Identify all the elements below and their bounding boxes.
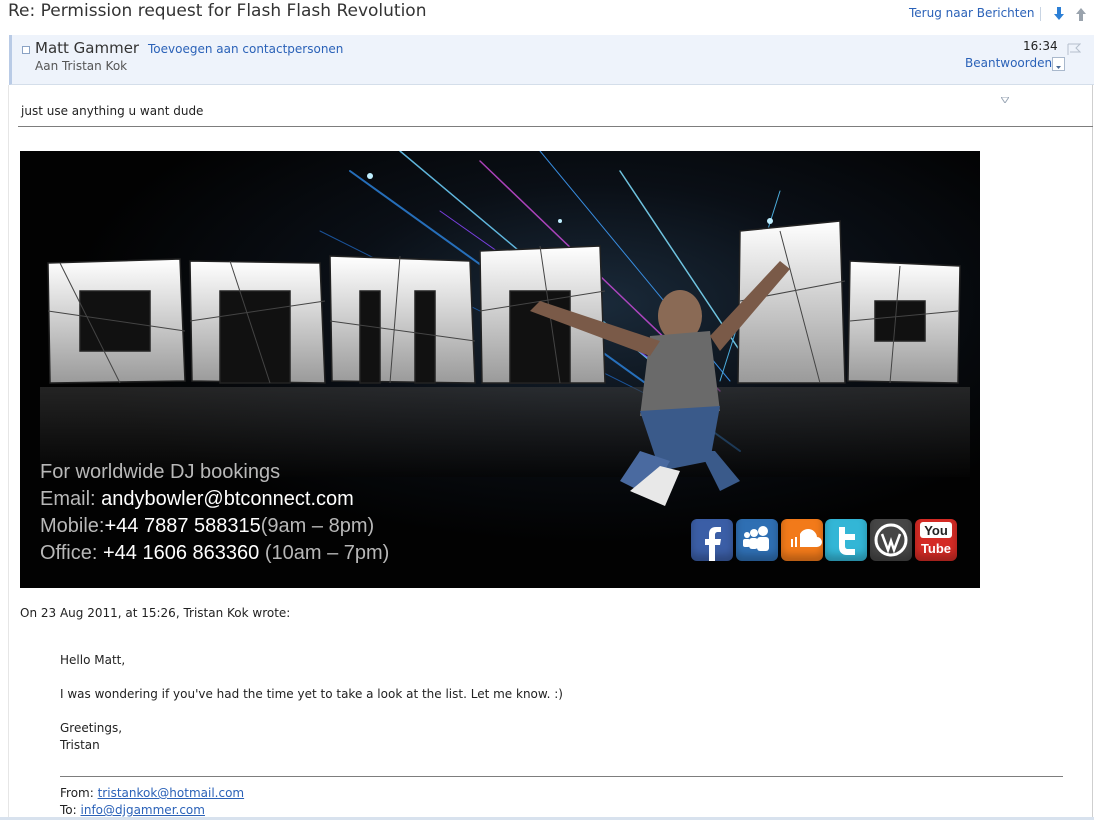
bookings-line: For worldwide DJ bookings [40,461,281,483]
soundcloud-icon[interactable] [781,519,823,561]
youtube-label-bottom: Tube [921,541,951,556]
mobile-number: +44 7887 588315 [104,515,261,537]
office-label: Office: [40,542,103,564]
mobile-label: Mobile: [40,515,105,537]
frame-left-border [8,85,9,820]
wordpress-icon[interactable] [870,519,912,561]
arrow-up-icon[interactable] [1073,6,1089,22]
toolbar-divider [1040,7,1041,21]
message-time: 16:34 [1023,39,1058,53]
to-label: To: [60,803,81,817]
reply-button[interactable]: Beantwoorden [965,56,1052,70]
collapse-toggle[interactable] [22,46,30,54]
mobile-line: Mobile:+44 7887 588315(9am – 8pm) [40,515,374,538]
youtube-icon[interactable]: You Tube [915,519,957,561]
quoted-from-line: From: tristankok@hotmail.com [60,786,244,800]
youtube-label-top: You [924,523,948,538]
signature-divider [18,126,1093,127]
arrow-down-icon[interactable] [1051,6,1067,22]
reply-options-dropdown[interactable] [1052,57,1065,71]
expand-triangle-icon[interactable] [1000,88,1010,104]
recipient-line: Aan Tristan Kok [35,59,128,73]
quoted-signature: Tristan [60,738,100,752]
quote-divider [60,776,1063,777]
dj-gammer-banner: For worldwide DJ bookings Email: andybow… [20,151,980,588]
quoted-closing: Greetings, [60,721,123,735]
chevron-down-icon [1056,66,1061,69]
frame-right-border [1092,85,1093,820]
facebook-icon[interactable] [691,519,733,561]
email-address: andybowler@btconnect.com [101,488,354,510]
email-line: Email: andybowler@btconnect.com [40,488,354,511]
twitter-icon[interactable] [825,519,867,561]
from-label: From: [60,786,98,800]
quoted-to-line: To: info@djgammer.com [60,803,205,817]
office-number: +44 1606 863360 [103,542,260,564]
from-email-link[interactable]: tristankok@hotmail.com [98,786,245,800]
mobile-hours: (9am – 8pm) [260,515,375,537]
quoted-greeting: Hello Matt, [60,653,126,667]
office-hours: (10am – 7pm) [259,542,390,564]
message-body: just use anything u want dude [21,104,204,118]
quoted-body: I was wondering if you've had the time y… [60,687,563,701]
subject-bar: Re: Permission request for Flash Flash R… [0,0,1094,34]
to-email-link[interactable]: info@djgammer.com [81,803,205,817]
sender-name[interactable]: Matt Gammer [35,39,139,57]
flag-icon[interactable] [1067,40,1082,55]
email-label: Email: [40,488,102,510]
message-header: Matt Gammer Toevoegen aan contactpersone… [9,35,1094,85]
office-line: Office: +44 1606 863360 (10am – 7pm) [40,542,389,565]
quote-attribution: On 23 Aug 2011, at 15:26, Tristan Kok wr… [20,606,291,620]
back-to-messages-link[interactable]: Terug naar Berichten [909,6,1034,20]
myspace-icon[interactable] [736,519,778,561]
add-to-contacts-link[interactable]: Toevoegen aan contactpersonen [148,42,343,56]
message-subject: Re: Permission request for Flash Flash R… [8,1,427,21]
